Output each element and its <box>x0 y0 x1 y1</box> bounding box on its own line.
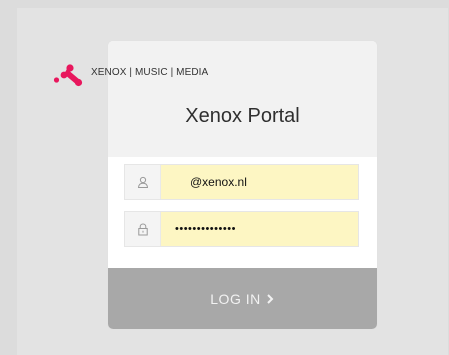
email-input[interactable] <box>161 165 358 199</box>
brand-logo-text: XENOX | MUSIC | MEDIA <box>91 67 209 78</box>
password-input[interactable] <box>161 212 358 246</box>
email-field <box>124 164 359 200</box>
card-header <box>108 41 377 157</box>
page-title: Xenox Portal <box>185 105 300 127</box>
password-field <box>124 211 359 247</box>
login-button-label: LOG IN <box>210 290 261 307</box>
login-button[interactable]: LOG IN <box>108 268 377 329</box>
password-icon-box <box>125 212 161 246</box>
lock-icon <box>137 222 148 235</box>
page: XENOX | MUSIC | MEDIA Xenox Portal LOG I… <box>0 0 449 355</box>
xenox-dots-logo-icon <box>53 64 83 87</box>
user-icon <box>137 176 148 188</box>
email-icon-box <box>125 165 161 199</box>
chevron-right-icon <box>267 293 274 304</box>
